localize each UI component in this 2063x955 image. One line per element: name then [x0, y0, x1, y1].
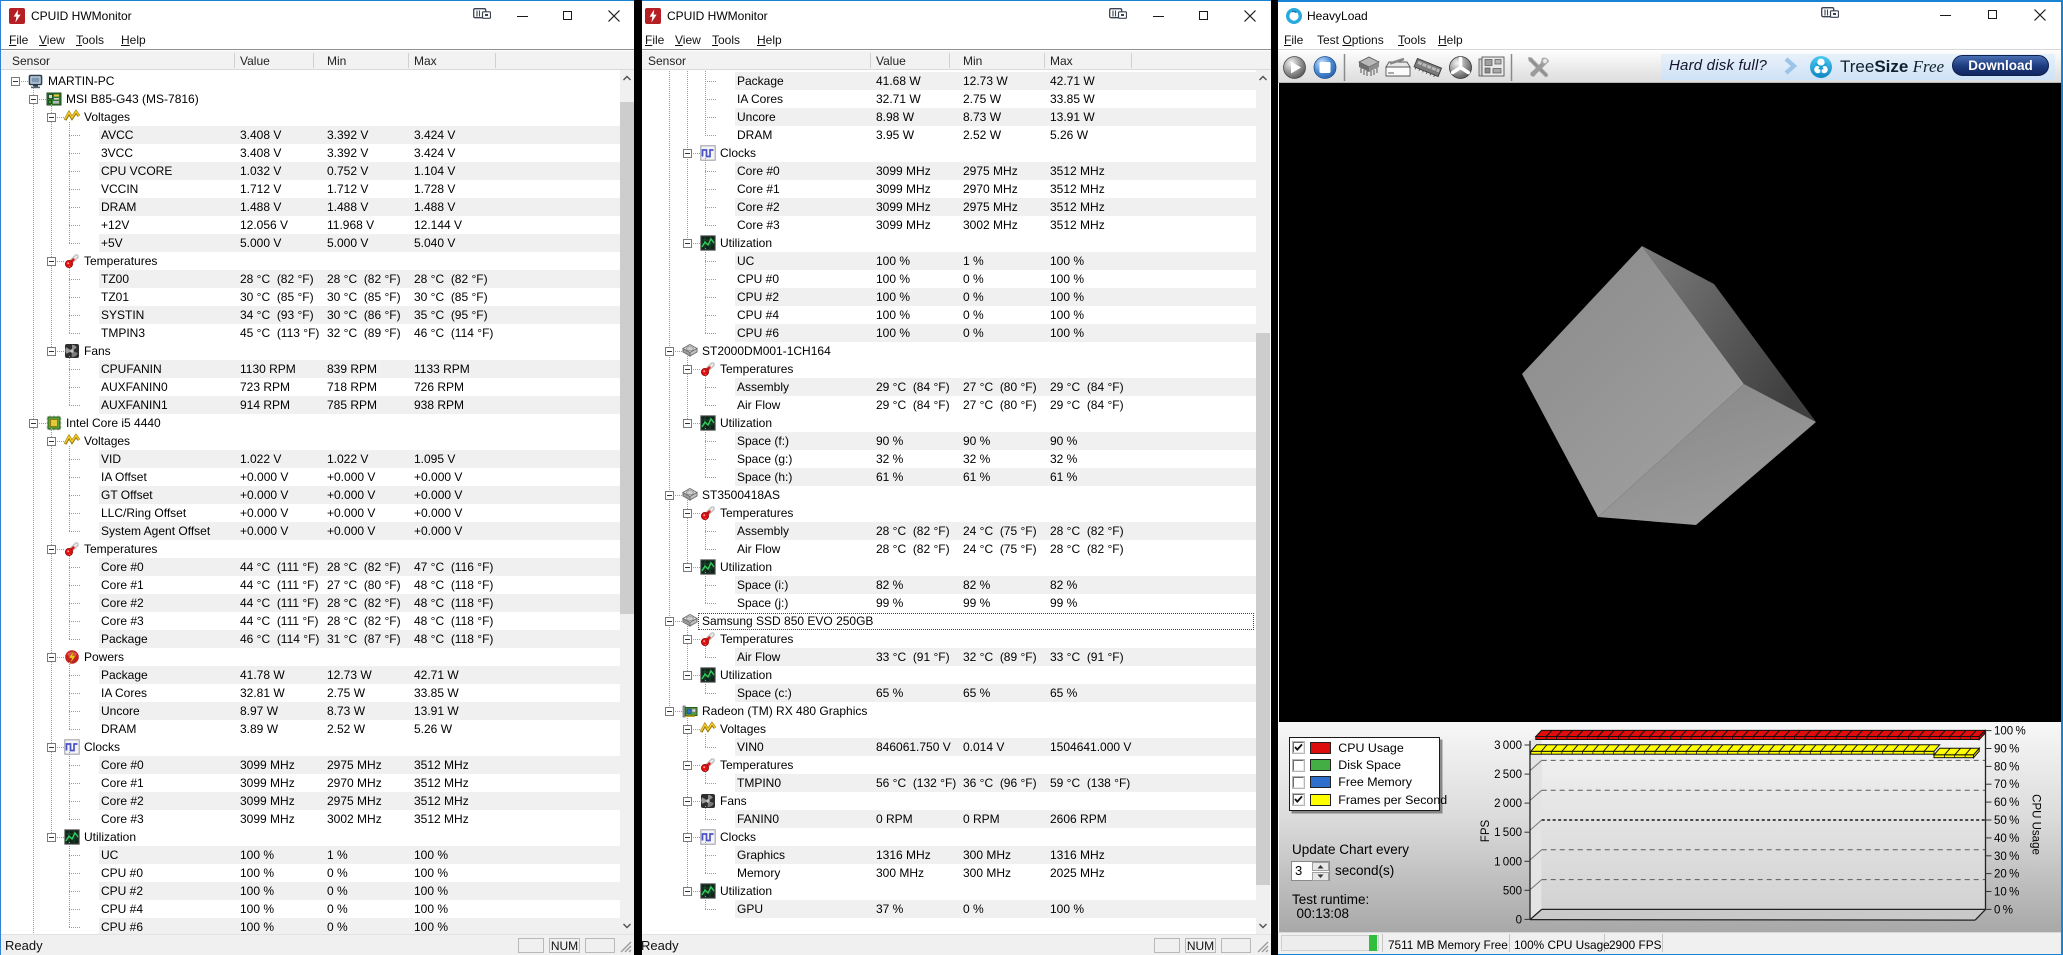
svg-text:90 %: 90 %: [1994, 744, 2019, 756]
svg-text:0 %: 0 %: [1994, 904, 2013, 916]
svg-text:3 000: 3 000: [1494, 740, 1522, 752]
svg-text:500: 500: [1503, 885, 1522, 897]
svg-text:0: 0: [1516, 914, 1522, 926]
svg-text:20 %: 20 %: [1994, 869, 2019, 881]
svg-text:30 %: 30 %: [1994, 851, 2019, 863]
svg-text:10 %: 10 %: [1994, 887, 2019, 899]
svg-text:2 000: 2 000: [1494, 798, 1522, 810]
svg-text:2 500: 2 500: [1494, 769, 1522, 781]
svg-text:80 %: 80 %: [1994, 761, 2019, 773]
svg-text:40 %: 40 %: [1994, 833, 2019, 845]
svg-text:1 000: 1 000: [1494, 856, 1522, 868]
svg-text:1 500: 1 500: [1494, 827, 1522, 839]
svg-text:CPU Usage: CPU Usage: [2030, 794, 2042, 855]
svg-text:60 %: 60 %: [1994, 797, 2019, 809]
svg-text:FPS: FPS: [1480, 819, 1492, 842]
svg-text:50 %: 50 %: [1994, 815, 2019, 827]
svg-text:100 %: 100 %: [1994, 726, 2026, 738]
svg-text:70 %: 70 %: [1994, 779, 2019, 791]
